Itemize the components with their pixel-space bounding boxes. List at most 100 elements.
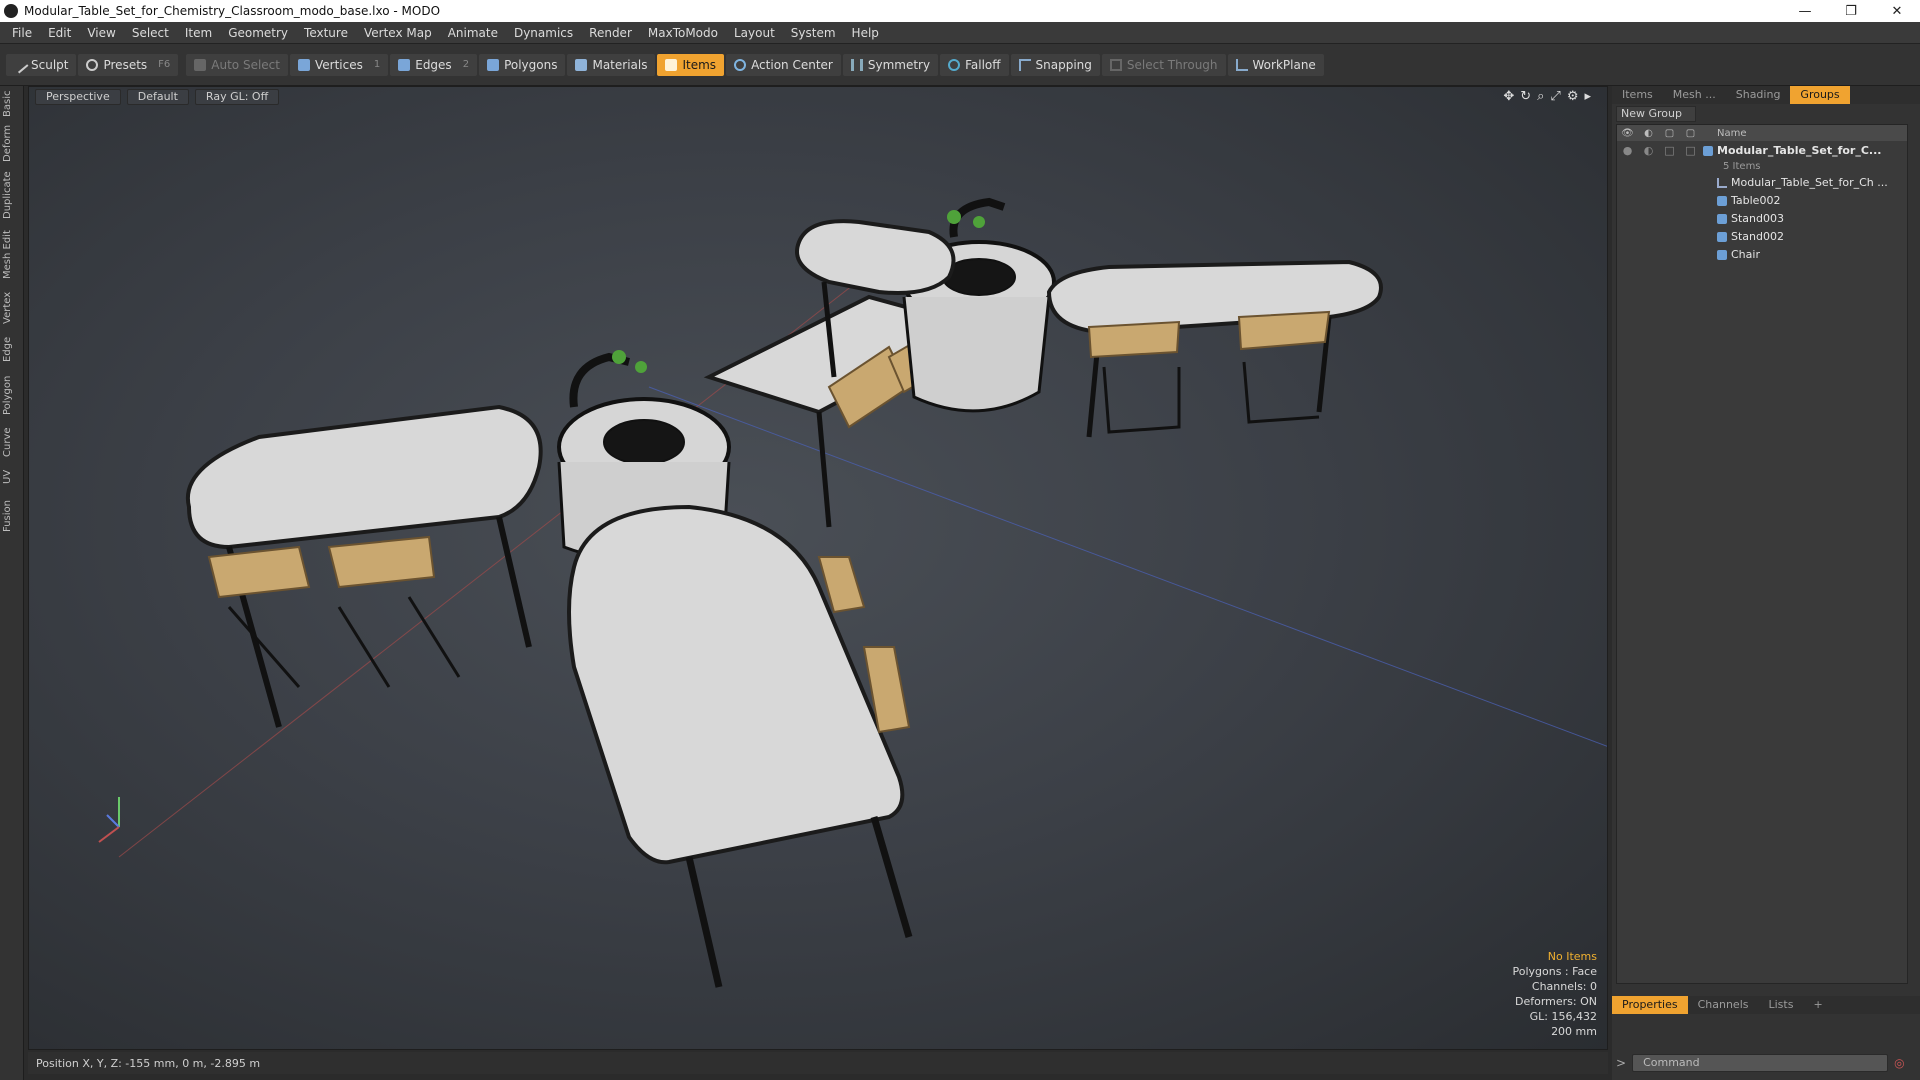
tree-row-stand002[interactable]: Stand002: [1617, 227, 1907, 245]
symmetry-icon: [850, 58, 863, 71]
polygons-icon: [487, 58, 500, 71]
falloff-label: Falloff: [965, 57, 1001, 72]
locator-icon: [1717, 177, 1727, 188]
tab-mesh-edit[interactable]: Mesh Edit: [2, 228, 22, 282]
mesh-icon: [1717, 213, 1727, 224]
vertices-shortcut: 1: [373, 59, 381, 70]
close-button[interactable]: ✕: [1874, 0, 1920, 22]
edges-shortcut: 2: [462, 59, 470, 70]
items-button[interactable]: Items: [657, 53, 725, 76]
items-icon: [665, 58, 678, 71]
menu-select[interactable]: Select: [124, 22, 177, 44]
tab-duplicate[interactable]: Duplicate: [2, 170, 22, 220]
select-checkbox[interactable]: □: [1680, 144, 1701, 157]
menu-maxtomodo[interactable]: MaxToModo: [640, 22, 726, 44]
render-icon[interactable]: ◐: [1638, 144, 1659, 157]
maximize-button[interactable]: ❐: [1828, 0, 1874, 22]
menu-dynamics[interactable]: Dynamics: [506, 22, 581, 44]
tree-row-root[interactable]: ● ◐ □ □ Modular_Table_Set_for_C...: [1617, 141, 1907, 159]
auto-select-icon: [194, 58, 207, 71]
menu-layout[interactable]: Layout: [726, 22, 783, 44]
menu-animate[interactable]: Animate: [440, 22, 506, 44]
falloff-button[interactable]: Falloff: [940, 53, 1009, 76]
tab-uv[interactable]: UV: [2, 466, 22, 488]
tab-properties[interactable]: Properties: [1612, 996, 1688, 1014]
command-input[interactable]: Command: [1632, 1054, 1889, 1072]
snapping-button[interactable]: Snapping: [1010, 53, 1100, 76]
tree-row-count: 5 Items: [1617, 159, 1907, 173]
stat-scale: 200 mm: [1551, 1025, 1597, 1038]
child-label-4: Chair: [1731, 247, 1760, 261]
mesh-icon: [1717, 195, 1727, 206]
tab-curve[interactable]: Curve: [2, 426, 22, 458]
command-arrow-icon: >: [1616, 1056, 1627, 1070]
sculpt-button[interactable]: Sculpt: [6, 53, 77, 76]
symmetry-button[interactable]: Symmetry: [842, 53, 939, 76]
stat-channels: Channels: 0: [1531, 980, 1597, 993]
tab-channels[interactable]: Channels: [1688, 996, 1759, 1014]
auto-select-button[interactable]: Auto Select: [186, 53, 288, 76]
vertices-icon: [297, 58, 310, 71]
workplane-icon: [1235, 58, 1248, 71]
tab-lists[interactable]: Lists: [1759, 996, 1804, 1014]
edges-label: Edges: [415, 57, 452, 72]
vertices-button[interactable]: Vertices 1: [289, 53, 389, 76]
sculpt-label: Sculpt: [31, 57, 69, 72]
child-label-1: Table002: [1731, 193, 1781, 207]
menu-view[interactable]: View: [79, 22, 123, 44]
tab-basic[interactable]: Basic: [2, 90, 22, 118]
menu-help[interactable]: Help: [844, 22, 887, 44]
presets-shortcut: F6: [158, 59, 171, 70]
select-through-button[interactable]: Select Through: [1101, 53, 1226, 76]
command-bar: > Command ◎: [1612, 1052, 1920, 1074]
workplane-button[interactable]: WorkPlane: [1227, 53, 1324, 76]
lock-checkbox[interactable]: □: [1659, 144, 1680, 157]
menu-vertex-map[interactable]: Vertex Map: [356, 22, 440, 44]
edges-icon: [398, 58, 411, 71]
stat-polygons: Polygons : Face: [1512, 965, 1597, 978]
select-through-label: Select Through: [1126, 57, 1218, 72]
action-center-button[interactable]: Action Center: [726, 53, 841, 76]
materials-button[interactable]: Materials: [567, 53, 656, 76]
stat-deformers: Deformers: ON: [1515, 995, 1597, 1008]
add-tab-button[interactable]: +: [1803, 996, 1832, 1014]
mesh-icon: [1717, 231, 1727, 242]
eye-icon[interactable]: ●: [1617, 144, 1638, 157]
left-tool-strip: Basic Deform Duplicate Mesh Edit Vertex …: [0, 86, 24, 1080]
tree-row-locator[interactable]: Modular_Table_Set_for_Ch ...: [1617, 173, 1907, 191]
menu-system[interactable]: System: [783, 22, 844, 44]
table-right: [1046, 259, 1383, 438]
tab-edge[interactable]: Edge: [2, 334, 22, 364]
scene-render: [98, 197, 1607, 988]
tab-mesh[interactable]: Mesh ...: [1663, 86, 1726, 104]
tab-fusion[interactable]: Fusion: [2, 496, 22, 536]
root-item-count: 5 Items: [1723, 160, 1761, 172]
render-col-icon: ◐: [1644, 127, 1653, 139]
menu-file[interactable]: File: [4, 22, 40, 44]
tab-polygon[interactable]: Polygon: [2, 372, 22, 418]
menu-texture[interactable]: Texture: [296, 22, 356, 44]
tab-deform[interactable]: Deform: [2, 125, 22, 162]
tab-vertex[interactable]: Vertex: [2, 290, 22, 326]
tab-shading[interactable]: Shading: [1726, 86, 1791, 104]
lock-col-icon: ▢: [1664, 127, 1675, 139]
tree-row-stand003[interactable]: Stand003: [1617, 209, 1907, 227]
polygons-button[interactable]: Polygons: [479, 53, 566, 76]
tree-row-table002[interactable]: Table002: [1617, 191, 1907, 209]
presets-button[interactable]: Presets F6: [78, 53, 179, 76]
menu-item[interactable]: Item: [177, 22, 220, 44]
groups-tree: 👁 ◐ ▢ ▢ Name ● ◐ □ □ Modular_Table_Set_for_…: [1616, 124, 1908, 984]
main-toolbar: Sculpt Presets F6 Auto Select Vertices 1…: [0, 44, 1920, 86]
tab-items[interactable]: Items: [1612, 86, 1663, 104]
tab-groups[interactable]: Groups: [1790, 86, 1850, 104]
menu-edit[interactable]: Edit: [40, 22, 79, 44]
3d-viewport[interactable]: Perspective Default Ray GL: Off ✥ ↻ ⌕ ⤢ …: [28, 86, 1608, 1050]
new-group-button[interactable]: New Group: [1616, 106, 1696, 122]
menu-geometry[interactable]: Geometry: [220, 22, 296, 44]
tree-row-chair[interactable]: Chair: [1617, 245, 1907, 263]
menu-render[interactable]: Render: [581, 22, 640, 44]
command-history-icon[interactable]: ◎: [1894, 1056, 1904, 1070]
edges-button[interactable]: Edges 2: [390, 53, 478, 76]
modo-logo-icon: [4, 4, 18, 18]
minimize-button[interactable]: —: [1782, 0, 1828, 22]
